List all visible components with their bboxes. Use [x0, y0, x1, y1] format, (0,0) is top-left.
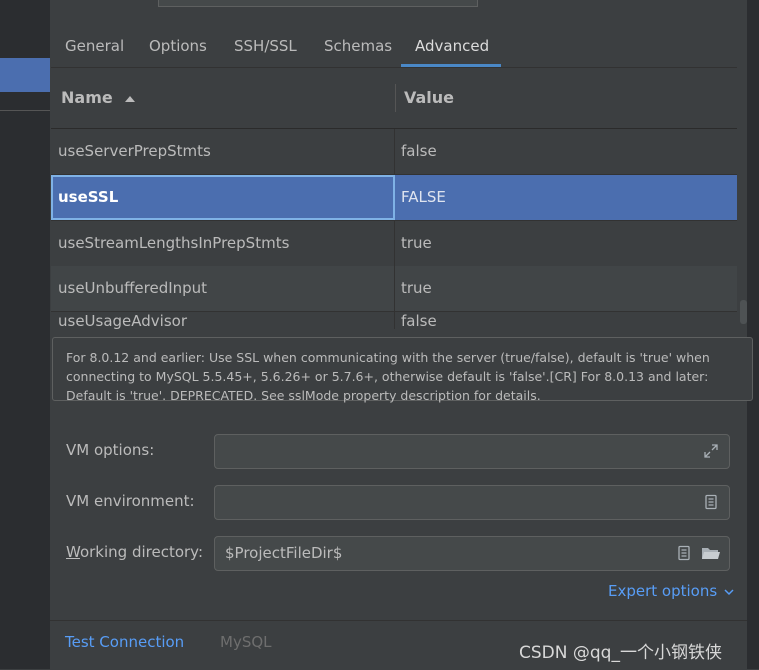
- working-directory-field[interactable]: $ProjectFileDir$: [214, 536, 730, 571]
- vm-options-field[interactable]: [214, 434, 730, 469]
- working-directory-label: Working directory:: [66, 543, 203, 561]
- advanced-properties-table: Name Value useServerPrepStmts false useS…: [51, 67, 737, 329]
- expert-options-label: Expert options: [608, 582, 718, 600]
- table-header: Name Value: [51, 68, 737, 129]
- property-name: useUsageAdvisor: [58, 312, 188, 329]
- browse-folder-icon: [702, 548, 720, 559]
- mnemonic-letter: W: [66, 543, 80, 561]
- watermark: CSDN @qq_一个小钢铁侠: [519, 643, 722, 663]
- table-row-selected[interactable]: useSSL FALSE: [51, 175, 737, 221]
- property-name: useStreamLengthsInPrepStmts: [58, 234, 290, 252]
- property-value[interactable]: false: [401, 129, 437, 174]
- tab-bar: General Options SSH/SSL Schemas Advanced: [50, 28, 747, 66]
- expert-options-link[interactable]: Expert options: [608, 582, 734, 600]
- column-header-name-label: Name: [61, 88, 113, 107]
- table-row[interactable]: useUsageAdvisor false: [51, 312, 737, 329]
- property-value[interactable]: false: [401, 299, 437, 329]
- cell-divider: [394, 266, 395, 311]
- working-directory-label-text: orking directory:: [79, 543, 204, 561]
- left-panel-selected-item[interactable]: [0, 58, 50, 92]
- cell-divider: [394, 221, 395, 266]
- column-header-value[interactable]: Value: [404, 68, 454, 128]
- working-directory-value: $ProjectFileDir$: [225, 544, 343, 562]
- table-scrollbar-thumb[interactable]: [740, 300, 747, 324]
- column-divider[interactable]: [395, 84, 396, 112]
- insert-macro-icon: [678, 545, 690, 561]
- sort-ascending-icon: [125, 95, 136, 102]
- property-description: For 8.0.12 and earlier: Use SSL when com…: [52, 337, 753, 403]
- top-field-edge: [158, 0, 478, 7]
- right-edge: [747, 0, 759, 669]
- tab-options[interactable]: Options: [149, 28, 207, 64]
- edit-document-icon: [705, 494, 717, 510]
- expand-arrows-icon: [704, 444, 718, 458]
- property-value[interactable]: FALSE: [401, 175, 446, 220]
- table-row[interactable]: useServerPrepStmts false: [51, 129, 737, 175]
- property-name: useServerPrepStmts: [58, 142, 211, 160]
- left-panel-divider: [0, 110, 50, 111]
- folder-icon[interactable]: [701, 545, 721, 561]
- document-icon[interactable]: [703, 494, 719, 510]
- tab-schemas[interactable]: Schemas: [324, 28, 392, 64]
- vm-options-label: VM options:: [66, 441, 155, 459]
- left-panel: [0, 0, 50, 669]
- chevron-down-icon: [724, 589, 734, 596]
- cell-divider: [394, 129, 395, 174]
- vm-environment-label: VM environment:: [66, 492, 195, 510]
- tab-advanced[interactable]: Advanced: [415, 28, 489, 64]
- cell-divider: [394, 312, 395, 329]
- tab-ssh-ssl[interactable]: SSH/SSL: [234, 28, 297, 64]
- property-value[interactable]: true: [401, 221, 432, 266]
- column-header-name[interactable]: Name: [61, 68, 136, 128]
- property-name: useSSL: [58, 188, 119, 206]
- macro-icon[interactable]: [676, 545, 692, 561]
- table-row[interactable]: useStreamLengthsInPrepStmts true: [51, 221, 737, 267]
- vm-environment-field[interactable]: [214, 485, 730, 520]
- driver-link[interactable]: MySQL: [220, 633, 272, 651]
- tab-general[interactable]: General: [65, 28, 124, 64]
- test-connection-link[interactable]: Test Connection: [65, 633, 184, 651]
- expand-icon[interactable]: [703, 443, 719, 459]
